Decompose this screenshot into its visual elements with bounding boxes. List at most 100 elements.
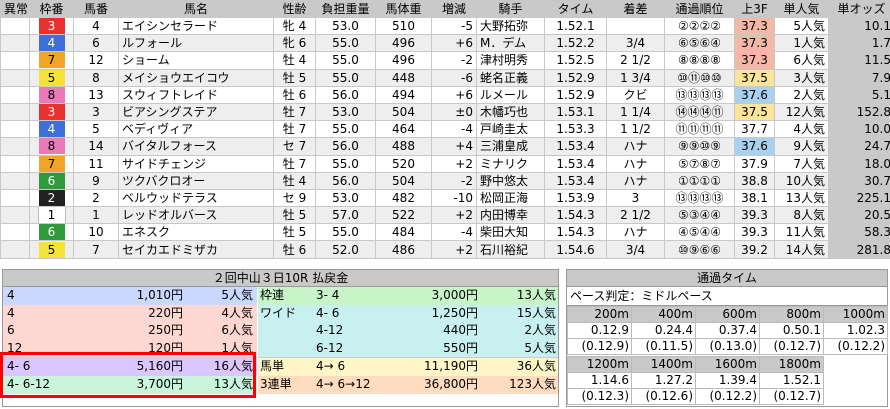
wakuban-cell: 6	[29, 171, 74, 190]
table-row: 8 14 バイタルフォースセ 7 56.0 488 +4 三浦皇成 1.53.4 ハナ ⑨⑨⑩⑨ 3…	[0, 137, 890, 156]
margin-cell: ハナ	[606, 171, 665, 190]
sex-age-cell: 牡 6	[273, 85, 316, 104]
cumulative-time-cell: 1.02.3	[823, 322, 888, 339]
table-row: 8 13 スウィフトレイド牡 6 56.0 494 +6 ルメール 1.52.9 クビ ⑬⑬⑬⑬ 3…	[0, 85, 890, 104]
passing-time-grid-2: 1200m 1400m 1600m 1800m 1.14.6 1.27.2 1.39.4 1.…	[567, 356, 824, 405]
wakuban-badge: 4	[38, 35, 65, 51]
umaban-cell: 5	[73, 120, 119, 139]
distance-cell: 1000m	[823, 306, 888, 323]
margin-cell: ハナ	[606, 137, 665, 156]
carried-weight-cell: 53.0	[315, 102, 376, 122]
margin-cell: 2 1/2	[606, 51, 665, 70]
passing-order-cell: ⑩⑨⑥⑥	[664, 240, 735, 259]
payout-combo: 4→ 6	[316, 359, 346, 374]
passing-order-cell: ⑤③④④	[664, 206, 735, 225]
time-cell: 1.52.5	[544, 51, 607, 70]
highlight-box	[0, 352, 256, 398]
time-cell: 1.52.1	[544, 16, 607, 36]
margin-cell: 2 1/2	[606, 206, 665, 225]
horse-name-cell: ショーム	[118, 51, 274, 70]
last-3f-cell: 37.6	[734, 137, 775, 156]
margin-cell: 3/4	[606, 34, 665, 53]
odds-cell: 10.1	[828, 16, 890, 36]
popularity-cell: 6人気	[774, 51, 829, 70]
column-header: 馬番	[73, 0, 119, 18]
passing-order-cell: ⑥⑤⑥④	[664, 34, 735, 53]
carried-weight-cell: 55.0	[315, 51, 376, 70]
body-weight-cell: 486	[375, 240, 432, 259]
passing-time-row: 1.14.6 1.27.2 1.39.4 1.52.1	[567, 372, 824, 389]
sex-age-cell: 牡 7	[273, 102, 316, 122]
cumulative-time-cell: 1.27.2	[631, 372, 696, 389]
passing-order-cell: ⑨⑨⑩⑨	[664, 137, 735, 156]
anomaly-cell	[0, 206, 30, 225]
distance-cell: 200m	[567, 306, 632, 323]
cumulative-time-cell: 0.24.4	[631, 322, 696, 339]
body-weight-cell: 522	[375, 206, 432, 225]
wakuban-cell: 4	[29, 120, 74, 139]
wakuban-badge: 4	[38, 121, 65, 137]
horse-name-cell: スウィフトレイド	[118, 85, 274, 104]
passing-time-row: 1200m 1400m 1600m 1800m	[567, 356, 824, 373]
wakuban-cell: 3	[29, 102, 74, 122]
column-header: 単人気	[774, 0, 829, 18]
jockey-cell: M．デム	[476, 34, 545, 53]
time-cell: 1.53.1	[544, 102, 607, 122]
passing-order-cell: ②②②②	[664, 16, 735, 36]
payout-popularity: 13人気	[516, 288, 556, 302]
split-time-cell: (0.11.5)	[631, 338, 696, 355]
odds-cell: 10.0	[828, 120, 890, 139]
split-time-cell: (0.12.7)	[759, 388, 824, 405]
wakuban-badge: 2	[38, 190, 65, 206]
wakuban-badge: 6	[38, 173, 65, 189]
weight-diff-cell: +2	[431, 206, 477, 225]
pace-judgement: ペース判定：ミドルペース	[567, 287, 887, 306]
wakuban-badge: 1	[37, 207, 66, 223]
last-3f-cell: 37.5	[734, 102, 775, 122]
table-row: 7 11 サイドチェンジ牡 7 55.0 520 +2 ミナリク 1.53.4 ハナ ⑤⑦⑧⑦ 37…	[0, 154, 890, 173]
body-weight-cell: 464	[375, 120, 432, 139]
popularity-cell: 10人気	[774, 171, 829, 190]
popularity-cell: 8人気	[774, 206, 829, 225]
umaban-cell: 7	[73, 240, 119, 259]
weight-diff-cell: -2	[431, 171, 477, 190]
wakuban-cell: 1	[29, 206, 74, 225]
wakuban-badge: 3	[38, 18, 65, 34]
cumulative-time-cell: 0.12.9	[567, 322, 632, 339]
last-3f-cell: 37.5	[734, 68, 775, 87]
wakuban-cell: 5	[29, 240, 74, 259]
table-row: 7 12 ショーム牡 4 55.0 496 -2 津村明秀 1.52.5 2 1/2 ⑧⑧⑧⑧ 37…	[0, 51, 890, 70]
umaban-cell: 13	[73, 85, 119, 104]
horse-name-cell: レッドオルバース	[118, 206, 274, 225]
sex-age-cell: 牡 4	[273, 51, 316, 70]
results-header-row: 異常 枠番 馬番 馬名 性齢 負担重量 馬体重 増減 騎手 タイム 着差 通過順位 上3F 単人気 単オッズ	[0, 0, 890, 18]
payout-combo: 6-12	[316, 340, 344, 355]
anomaly-cell	[0, 137, 30, 156]
passing-order-cell: ⑪⑪⑪⑪	[664, 120, 735, 139]
carried-weight-cell: 55.0	[315, 154, 376, 173]
cumulative-time-cell: 0.37.4	[695, 322, 760, 339]
split-time-cell: (0.12.6)	[631, 388, 696, 405]
jockey-cell: 大野拓弥	[476, 16, 545, 36]
umaban-cell: 2	[73, 188, 119, 208]
table-row: 3 3 ビアシングステア牡 7 53.0 504 ±0 木幡巧也 1.53.1 1 1/4 ⑭⑭⑭…	[0, 102, 890, 122]
last-3f-cell: 37.6	[734, 85, 775, 104]
passing-order-cell: ①①①①	[664, 171, 735, 190]
popularity-cell: 14人気	[774, 240, 829, 259]
anomaly-cell	[0, 68, 30, 87]
odds-cell: 24.7	[828, 137, 890, 156]
sex-age-cell: 牡 7	[273, 120, 316, 139]
payout-amount: 11,190円	[424, 359, 478, 374]
anomaly-cell	[0, 154, 30, 173]
jockey-cell: 三浦皇成	[476, 137, 545, 156]
time-cell: 1.52.9	[544, 85, 607, 104]
column-header: 上3F	[734, 0, 775, 18]
wakuban-cell: 2	[29, 188, 74, 208]
bet-type: 3連単	[260, 376, 292, 391]
weight-diff-cell: -4	[431, 120, 477, 139]
weight-diff-cell: -5	[431, 16, 477, 36]
jockey-cell: 内田博幸	[476, 206, 545, 225]
passing-time-panel: 通過タイム ペース判定：ミドルペース 200m 400m 600m 800m 1000m…	[566, 269, 888, 407]
popularity-cell: 7人気	[774, 154, 829, 173]
body-weight-cell: 496	[375, 34, 432, 53]
